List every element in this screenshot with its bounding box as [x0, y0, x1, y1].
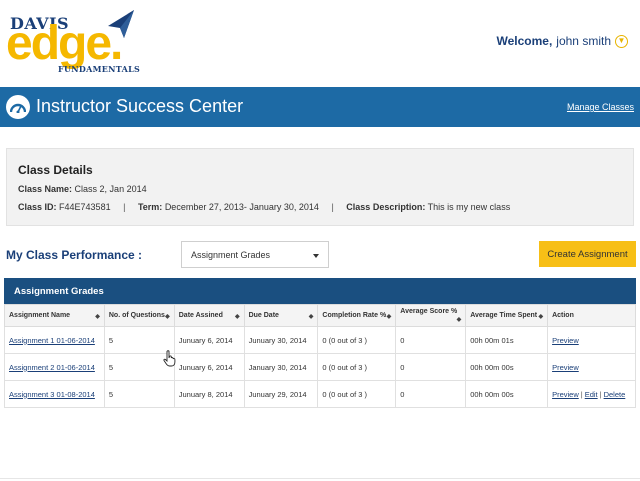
avg-time-cell: 00h 00m 00s — [465, 380, 549, 408]
sort-icon: ◆ — [165, 313, 170, 320]
manage-classes-link[interactable]: Manage Classes — [567, 102, 634, 112]
col-average-time[interactable]: Average Time Spent ◆ — [465, 304, 549, 327]
preview-link[interactable]: Preview — [552, 390, 579, 399]
site-header: DAVIS edge. FUNDAMENTALS Welcome, john s… — [0, 0, 640, 86]
assignment-link[interactable]: Assignment 3 01-08-2014 — [9, 390, 95, 399]
due-date-cell: Junuary 29, 2014 — [243, 380, 319, 408]
assignment-grades-header: Assignment Grades — [4, 278, 636, 304]
class-name-row: Class Name: Class 2, Jan 2014 — [18, 184, 147, 194]
sort-icon: ◆ — [95, 313, 100, 320]
class-id-value: F44E743581 — [59, 202, 111, 212]
col-date-assigned[interactable]: Date Assined ◆ — [173, 304, 245, 327]
sort-icon: ◆ — [456, 317, 462, 323]
date-assigned-cell: Junuary 6, 2014 — [173, 353, 245, 381]
completion-cell: 0 (0 out of 3 ) — [317, 326, 397, 354]
delete-link[interactable]: Delete — [604, 390, 626, 399]
avg-time-cell: 00h 00m 01s — [465, 326, 549, 354]
class-info-row: Class ID: F44E743581 | Term: December 27… — [18, 202, 510, 212]
col-completion-rate[interactable]: Completion Rate % ◆ — [317, 304, 397, 327]
date-assigned-cell: Junuary 6, 2014 — [173, 326, 245, 354]
class-details-heading: Class Details — [18, 163, 93, 177]
term-label: Term: — [137, 202, 163, 212]
caret-down-icon — [313, 254, 319, 258]
sort-icon: ◆ — [308, 313, 314, 320]
avg-score-cell: 0 — [395, 326, 467, 354]
class-details-panel: Class Details Class Name: Class 2, Jan 2… — [6, 148, 634, 226]
paper-plane-icon — [108, 10, 134, 38]
table-row: Assignment 1 01-06-2014 5 Junuary 6, 201… — [4, 326, 636, 354]
footer-divider — [0, 478, 640, 479]
date-assigned-cell: Junuary 8, 2014 — [173, 380, 245, 408]
assignment-link[interactable]: Assignment 1 01-06-2014 — [9, 336, 95, 345]
page-title: Instructor Success Center — [36, 96, 244, 116]
sort-icon: ◆ — [386, 313, 392, 320]
class-name-label: Class Name: — [18, 184, 73, 194]
user-name: john smith — [556, 34, 611, 48]
class-description-label: Class Description: — [346, 202, 426, 212]
edit-link[interactable]: Edit — [585, 390, 598, 399]
title-bar: Instructor Success Center Manage Classes — [0, 87, 640, 127]
completion-cell: 0 (0 out of 3 ) — [317, 380, 397, 408]
term-value: December 27, 2013- January 30, 2014 — [164, 202, 319, 212]
assignment-grades-table: Assignment Name ◆ No. of Questions ◆ Date … — [4, 304, 636, 408]
action-separator: | — [599, 389, 602, 399]
sort-icon: ◆ — [234, 313, 240, 320]
separator: | — [123, 202, 126, 212]
table-row: Assignment 2 01-06-2014 5 Junuary 6, 201… — [4, 353, 636, 381]
class-performance-label: My Class Performance : — [6, 248, 143, 262]
due-date-cell: Junuary 30, 2014 — [243, 326, 319, 354]
davis-edge-logo[interactable]: DAVIS edge. FUNDAMENTALS — [4, 6, 140, 76]
welcome-label: Welcome, — [496, 34, 553, 48]
col-due-date[interactable]: Due Date ◆ — [243, 304, 319, 327]
col-num-questions[interactable]: No. of Questions ◆ — [103, 304, 175, 327]
due-date-cell: January 30, 2014 — [243, 353, 319, 381]
avg-score-cell: 0 — [395, 353, 467, 381]
class-name-value: Class 2, Jan 2014 — [74, 184, 147, 194]
sort-icon: ◆ — [538, 313, 544, 320]
chevron-down-icon[interactable]: ▼ — [615, 34, 628, 48]
performance-view-value: Assignment Grades — [191, 250, 271, 260]
questions-cell: 5 — [103, 380, 175, 408]
dashboard-gauge-icon — [6, 95, 30, 119]
preview-link[interactable]: Preview — [552, 363, 579, 372]
action-separator: | — [580, 389, 583, 399]
class-description-value: This is my new class — [427, 202, 511, 212]
class-id-label: Class ID: — [18, 202, 57, 212]
col-action: Action — [547, 304, 636, 327]
col-average-score[interactable]: Average Score % ◆ — [395, 304, 467, 327]
logo-fundamentals-text: FUNDAMENTALS — [58, 64, 141, 74]
col-assignment-name[interactable]: Assignment Name ◆ — [4, 304, 105, 327]
table-header-row: Assignment Name ◆ No. of Questions ◆ Date … — [4, 304, 636, 327]
completion-cell: 0 (0 out of 3 ) — [317, 353, 397, 381]
create-assignment-button[interactable]: Create Assignment — [539, 241, 636, 267]
assignment-grades-title: Assignment Grades — [14, 286, 104, 297]
avg-score-cell: 0 — [395, 380, 467, 408]
assignment-link[interactable]: Assignment 2 01-06-2014 — [9, 363, 95, 372]
avg-time-cell: 00h 00m 00s — [465, 353, 549, 381]
preview-link[interactable]: Preview — [552, 336, 579, 345]
separator: | — [331, 202, 334, 212]
table-row: Assignment 3 01-08-2014 5 Junuary 8, 201… — [4, 380, 636, 408]
performance-view-select[interactable]: Assignment Grades — [181, 241, 329, 268]
welcome-user-menu[interactable]: Welcome, john smith ▼ — [496, 34, 628, 48]
hand-pointer-cursor-icon — [163, 350, 176, 367]
logo-edge-text: edge. — [6, 17, 123, 70]
